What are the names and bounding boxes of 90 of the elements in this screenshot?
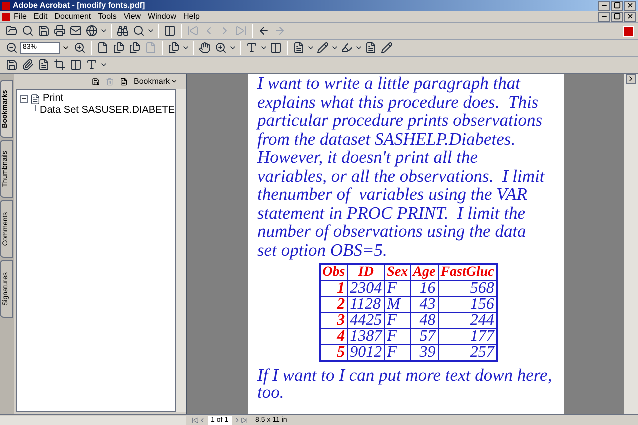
- caret-icon[interactable]: [100, 61, 108, 69]
- table-cell: 4425: [348, 312, 385, 328]
- close-icon: [626, 13, 634, 20]
- menu-item[interactable]: Tools: [98, 12, 117, 22]
- vertical-scrollbar[interactable]: [624, 74, 638, 414]
- caret-icon: [171, 78, 178, 85]
- scrollbar[interactable]: [176, 89, 186, 412]
- search-icon[interactable]: [20, 24, 36, 38]
- caret-icon[interactable]: [100, 27, 108, 35]
- table-cell: 2304: [348, 280, 385, 296]
- table-cell: F: [384, 328, 411, 344]
- maximize-button[interactable]: [611, 12, 623, 22]
- table-cell: 1387: [348, 328, 385, 344]
- globe-icon[interactable]: [84, 24, 100, 38]
- next-page-icon[interactable]: [234, 416, 241, 424]
- zoom-in-icon[interactable]: [72, 40, 88, 56]
- column-header: Age: [410, 264, 438, 280]
- caret-icon[interactable]: [355, 44, 363, 52]
- column-header: Obs: [320, 264, 348, 280]
- table-cell: 9012: [348, 344, 385, 361]
- search-icon[interactable]: [131, 24, 147, 38]
- menu-item[interactable]: Help: [184, 12, 200, 22]
- closing-paragraph: If I want to I can put more text down here, too.: [258, 367, 552, 401]
- zoom-out-icon[interactable]: [4, 40, 20, 56]
- caret-icon[interactable]: [62, 44, 70, 52]
- table-cell: 568: [438, 280, 498, 296]
- last-page-icon[interactable]: [240, 416, 248, 424]
- column-header: FastGluc: [438, 264, 498, 280]
- expand-panel-icon[interactable]: [626, 74, 636, 84]
- paperclip-icon[interactable]: [20, 58, 36, 72]
- close-button[interactable]: [624, 0, 636, 10]
- table-cell: F: [384, 280, 411, 296]
- bookmark-menu-button[interactable]: Bookmark: [134, 76, 178, 88]
- menu-item[interactable]: File: [14, 12, 27, 22]
- caret-icon[interactable]: [229, 44, 237, 52]
- row-number: 2: [320, 296, 348, 312]
- mail-icon[interactable]: [68, 24, 84, 38]
- table-cell: F: [384, 312, 411, 328]
- adobe-logo-icon: [623, 26, 634, 36]
- table-cell: 43: [410, 296, 438, 312]
- column-header: ID: [348, 264, 385, 280]
- crop-icon[interactable]: [52, 58, 68, 72]
- save-icon[interactable]: [4, 58, 20, 72]
- bookmark-item[interactable]: Data Set SASUSER.DIABETE: [40, 105, 175, 117]
- table-cell: 1128: [348, 296, 385, 312]
- page-icon: [30, 94, 41, 104]
- close-icon: [626, 2, 634, 9]
- panel-icon[interactable]: [162, 24, 178, 38]
- binoculars-icon[interactable]: [115, 24, 131, 38]
- zoom-tool-icon[interactable]: [213, 40, 229, 56]
- bookmark-item[interactable]: Print: [43, 93, 64, 105]
- menu-item[interactable]: Window: [148, 12, 176, 22]
- table-cell: 177: [438, 328, 498, 344]
- row-number: 3: [320, 312, 348, 328]
- hand-icon[interactable]: [197, 40, 213, 56]
- caret-icon[interactable]: [147, 27, 155, 35]
- horizontal-scrollbar[interactable]: [0, 416, 186, 424]
- paragraph: I want to write a little paragraph that explains what this procedure does. This particular procedure prints observations from the dataset SASHELP.Diabetes. However, it doesn't print all the variables, or all the observations. I limit thenumber of variables using the VAR statement in PROC PRINT. I limit the number of observations using the data set option OBS=5.: [258, 74, 546, 259]
- menu-item[interactable]: View: [124, 12, 142, 22]
- table-cell: 16: [410, 280, 438, 296]
- table-cell: 57: [410, 328, 438, 344]
- table-cell: F: [384, 344, 411, 361]
- table-cell: M: [384, 296, 411, 312]
- caret-icon[interactable]: [260, 44, 268, 52]
- highlighter-icon[interactable]: [339, 40, 355, 56]
- first-page-icon[interactable]: [192, 416, 199, 424]
- document-icon: [2, 12, 10, 20]
- maximize-button[interactable]: [611, 0, 623, 10]
- pencil-icon[interactable]: [315, 40, 331, 56]
- minimize-button[interactable]: [598, 12, 610, 22]
- menu-item[interactable]: Document: [54, 12, 92, 22]
- caret-icon[interactable]: [307, 44, 315, 52]
- caret-icon[interactable]: [182, 44, 190, 52]
- table-cell: 156: [438, 296, 498, 312]
- print-icon[interactable]: [52, 24, 68, 38]
- caret-icon[interactable]: [331, 44, 339, 52]
- minimize-button[interactable]: [598, 0, 610, 10]
- column-header: Sex: [384, 264, 411, 280]
- close-button[interactable]: [624, 12, 636, 22]
- row-number: 4: [320, 328, 348, 344]
- window-title: Adobe Acrobat - [modify fonts.pdf]: [13, 0, 146, 10]
- table-cell: 48: [410, 312, 438, 328]
- menu-item[interactable]: Edit: [34, 12, 48, 22]
- open-icon[interactable]: [4, 24, 20, 38]
- collapse-icon[interactable]: [20, 95, 28, 103]
- previous-page-icon[interactable]: [199, 416, 206, 424]
- row-number: 1: [320, 280, 348, 296]
- save-icon[interactable]: [36, 24, 52, 38]
- app-icon: [2, 2, 10, 10]
- table-cell: 244: [438, 312, 498, 328]
